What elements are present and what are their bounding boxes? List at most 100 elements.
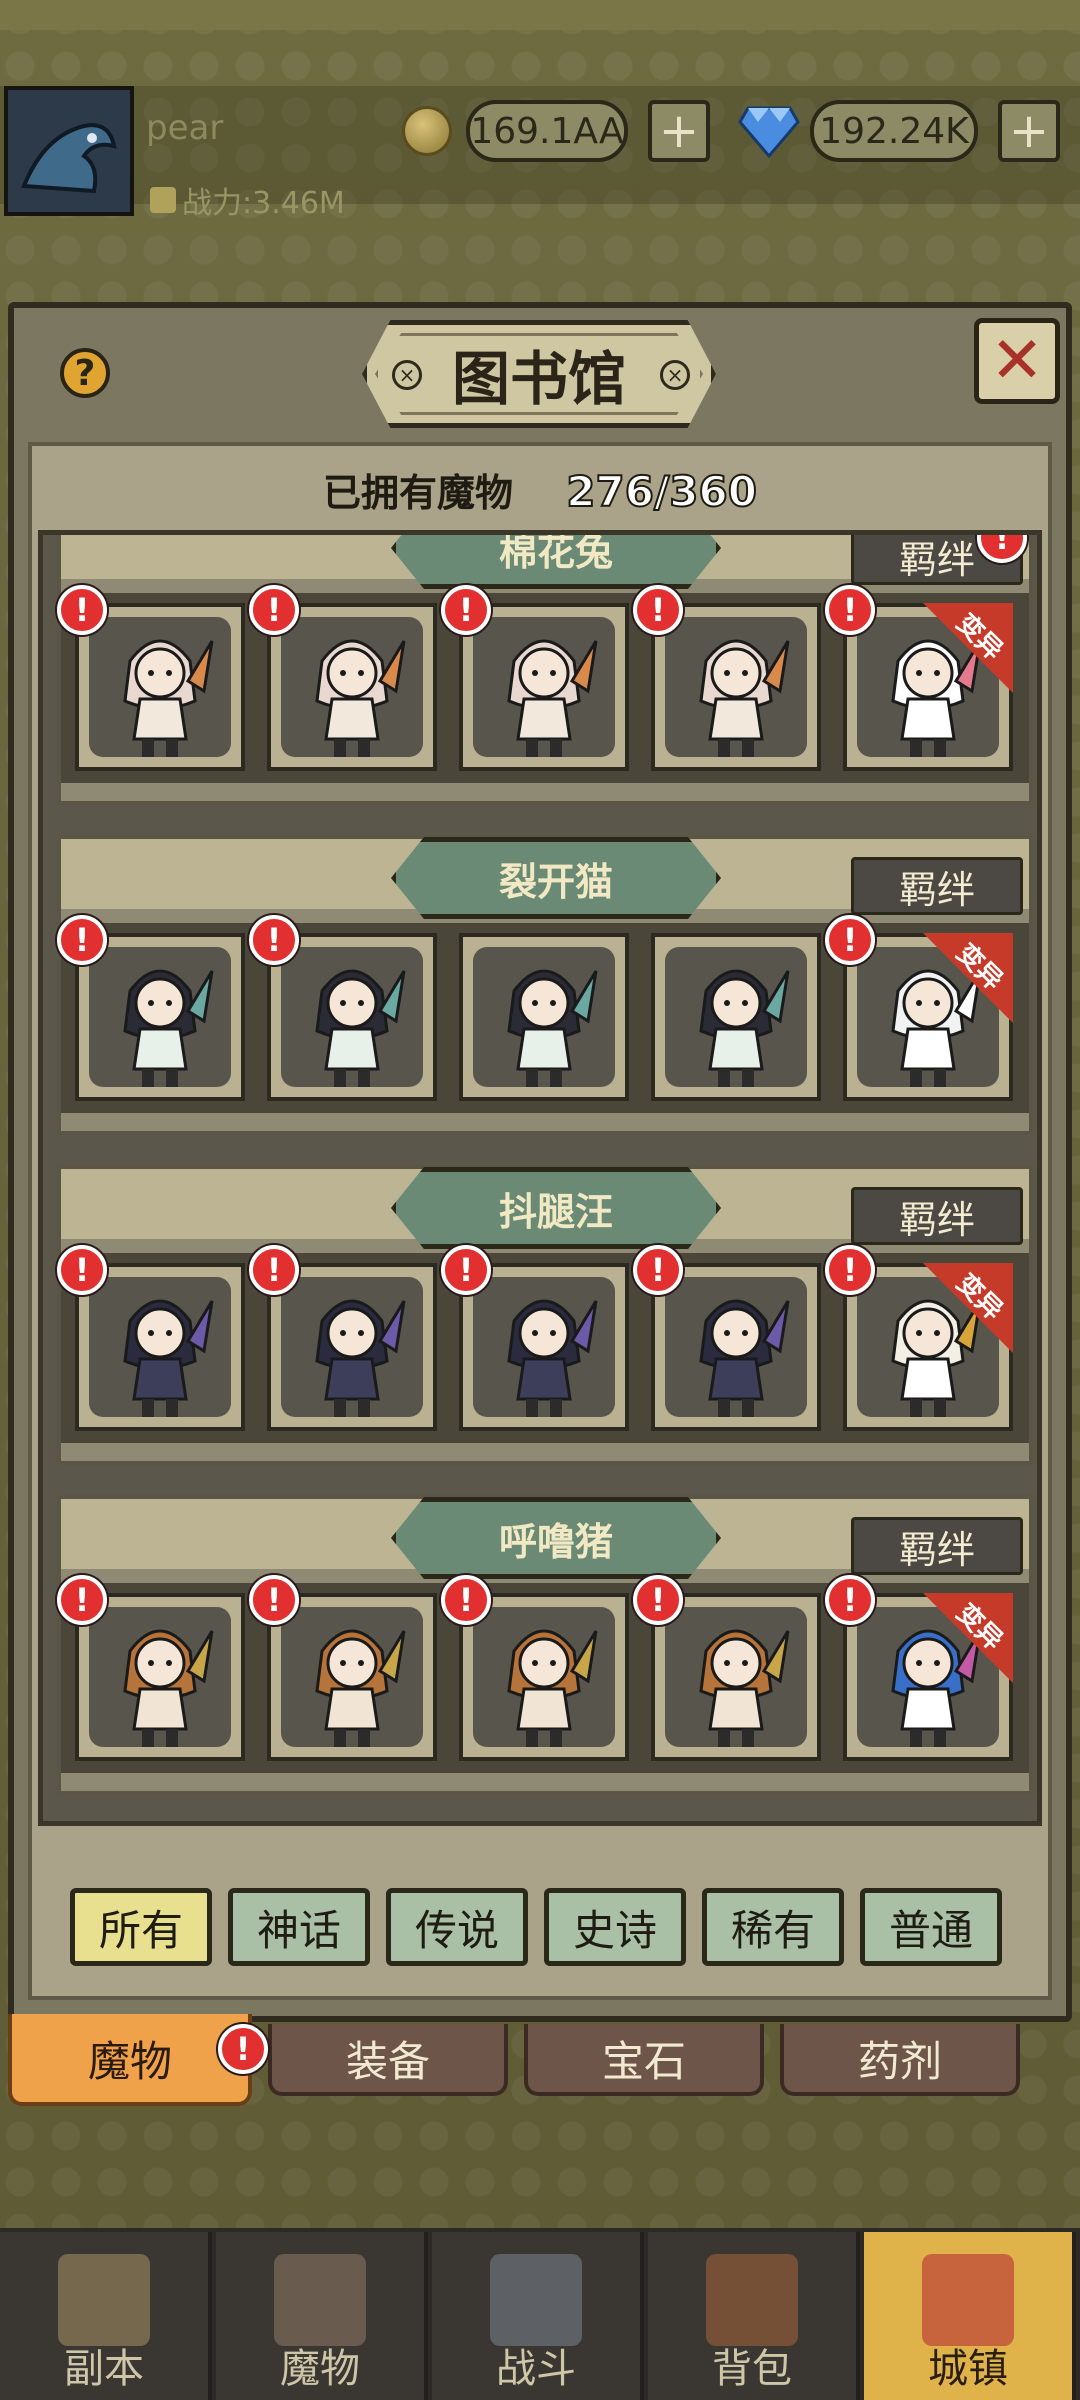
nav-label: 战斗 (496, 2346, 576, 2392)
town-icon (922, 2254, 1014, 2346)
coin-balance: 169.1AA (466, 100, 628, 162)
group-name: 裂开猫 (391, 837, 721, 919)
monster-card[interactable] (459, 933, 629, 1101)
power-icon (150, 187, 176, 213)
monster-card[interactable] (651, 933, 821, 1101)
close-button[interactable]: ✕ (974, 318, 1060, 404)
filter-4[interactable]: 稀有 (702, 1888, 844, 1966)
bolt-icon: × (660, 360, 690, 390)
nav-item-4[interactable]: 城镇 (864, 2232, 1076, 2400)
monster-card[interactable] (75, 1593, 245, 1761)
alert-icon: ! (633, 1245, 683, 1295)
mutation-label: 变异 (950, 608, 1009, 667)
group-cards: ! ! ! ! 变异 ! (57, 1575, 1029, 1773)
monster-card[interactable] (267, 1263, 437, 1431)
monster-card[interactable] (651, 1593, 821, 1761)
alert-icon: ! (249, 585, 299, 635)
monster-card[interactable] (459, 1263, 629, 1431)
power-value: 战力:3.46M (182, 186, 345, 221)
monster-group: 棉花兔 羁绊 ! ! ! ! 变异 ! (57, 535, 1033, 805)
monster-group-list[interactable]: 棉花兔 羁绊 ! ! ! ! 变异 ! 裂开猫 羁绊 ! ! 变异 ! 抖腿汪 … (38, 530, 1042, 1826)
alert-icon: ! (825, 915, 875, 965)
monster-card[interactable] (651, 1263, 821, 1431)
filter-5[interactable]: 普通 (860, 1888, 1002, 1966)
help-icon[interactable]: ? (60, 348, 110, 398)
monster-card[interactable] (75, 603, 245, 771)
rarity-filter-bar: 所有 神话 传说 史诗 稀有 普通 (70, 1888, 1010, 1968)
group-name: 棉花兔 (391, 535, 721, 589)
group-name: 抖腿汪 (391, 1167, 721, 1249)
player-avatar[interactable] (4, 86, 134, 216)
monster-card[interactable] (75, 933, 245, 1101)
top-strip (0, 0, 1080, 30)
monster-card[interactable] (267, 933, 437, 1101)
monster-sprite (699, 1299, 790, 1417)
alert-icon: ! (57, 1245, 107, 1295)
group-cards: ! ! 变异 ! (57, 915, 1029, 1113)
bond-button[interactable]: 羁绊 (851, 1187, 1023, 1245)
nav-label: 魔物 (280, 2346, 360, 2392)
monster-group: 呼噜猪 羁绊 ! ! ! ! 变异 ! (57, 1495, 1033, 1795)
nav-item-1[interactable]: 魔物 (216, 2232, 428, 2400)
alert-icon: ! (57, 915, 107, 965)
category-tab-1[interactable]: 装备 (268, 2024, 508, 2096)
alert-icon: ! (249, 1575, 299, 1625)
coin-icon (402, 106, 452, 156)
player-name: pear (146, 108, 224, 148)
nav-item-2[interactable]: 战斗 (432, 2232, 644, 2400)
owned-monsters: 已拥有魔物 276/360 (0, 462, 1080, 517)
add-coins-button[interactable]: + (648, 100, 710, 162)
alert-icon: ! (825, 1575, 875, 1625)
alert-icon: ! (441, 585, 491, 635)
nav-item-0[interactable]: 副本 (0, 2232, 212, 2400)
gem-balance: 192.24K (810, 100, 978, 162)
mutant-monster-card[interactable]: 变异 (843, 1263, 1013, 1431)
mutation-ribbon: 变异 (923, 1593, 1013, 1683)
group-cards: ! ! ! ! 变异 ! (57, 585, 1029, 783)
page-title: 图书馆 (451, 345, 626, 413)
add-gems-button[interactable]: + (998, 100, 1060, 162)
category-tab-0[interactable]: 魔物 (8, 2014, 252, 2106)
category-tab-3[interactable]: 药剂 (780, 2024, 1020, 2096)
monster-card[interactable] (267, 603, 437, 771)
mutation-label: 变异 (950, 938, 1009, 997)
monster-sprite (315, 1299, 406, 1417)
filter-1[interactable]: 神话 (228, 1888, 370, 1966)
filter-3[interactable]: 史诗 (544, 1888, 686, 1966)
monster-group: 抖腿汪 羁绊 ! ! ! ! 变异 ! (57, 1165, 1033, 1465)
mutant-monster-card[interactable]: 变异 (843, 1593, 1013, 1761)
monster-sprite (315, 1629, 406, 1747)
bond-button[interactable]: 羁绊 (851, 1517, 1023, 1575)
owned-label: 已拥有魔物 (323, 471, 514, 515)
monster-sprite (315, 639, 406, 757)
crossed-swords-icon (490, 2254, 582, 2346)
filter-0[interactable]: 所有 (70, 1888, 212, 1966)
alert-icon: ! (249, 915, 299, 965)
filter-2[interactable]: 传说 (386, 1888, 528, 1966)
alert-icon: ! (825, 1245, 875, 1295)
diamond-icon (738, 106, 800, 158)
monster-sprite (507, 1299, 598, 1417)
player-power: 战力:3.46M (150, 178, 345, 222)
category-tab-2[interactable]: 宝石 (524, 2024, 764, 2096)
monster-card[interactable] (459, 1593, 629, 1761)
monster-sprite (699, 1629, 790, 1747)
monster-card[interactable] (75, 1263, 245, 1431)
monster-group: 裂开猫 羁绊 ! ! 变异 ! (57, 835, 1033, 1135)
monster-card[interactable] (651, 603, 821, 771)
alert-icon: ! (249, 1245, 299, 1295)
mutant-monster-card[interactable]: 变异 (843, 603, 1013, 771)
backpack-icon (706, 2254, 798, 2346)
monster-sprite (123, 969, 214, 1087)
monster-card[interactable] (459, 603, 629, 771)
monster-card[interactable] (267, 1593, 437, 1761)
bond-button[interactable]: 羁绊 (851, 857, 1023, 915)
mutant-monster-card[interactable]: 变异 (843, 933, 1013, 1101)
monster-tab-alert-icon: ! (218, 2024, 268, 2074)
mutation-ribbon: 变异 (923, 933, 1013, 1023)
nav-item-3[interactable]: 背包 (648, 2232, 860, 2400)
mutation-label: 变异 (950, 1598, 1009, 1657)
group-cards: ! ! ! ! 变异 ! (57, 1245, 1029, 1443)
monster-sprite (123, 1299, 214, 1417)
monster-sprite (507, 639, 598, 757)
